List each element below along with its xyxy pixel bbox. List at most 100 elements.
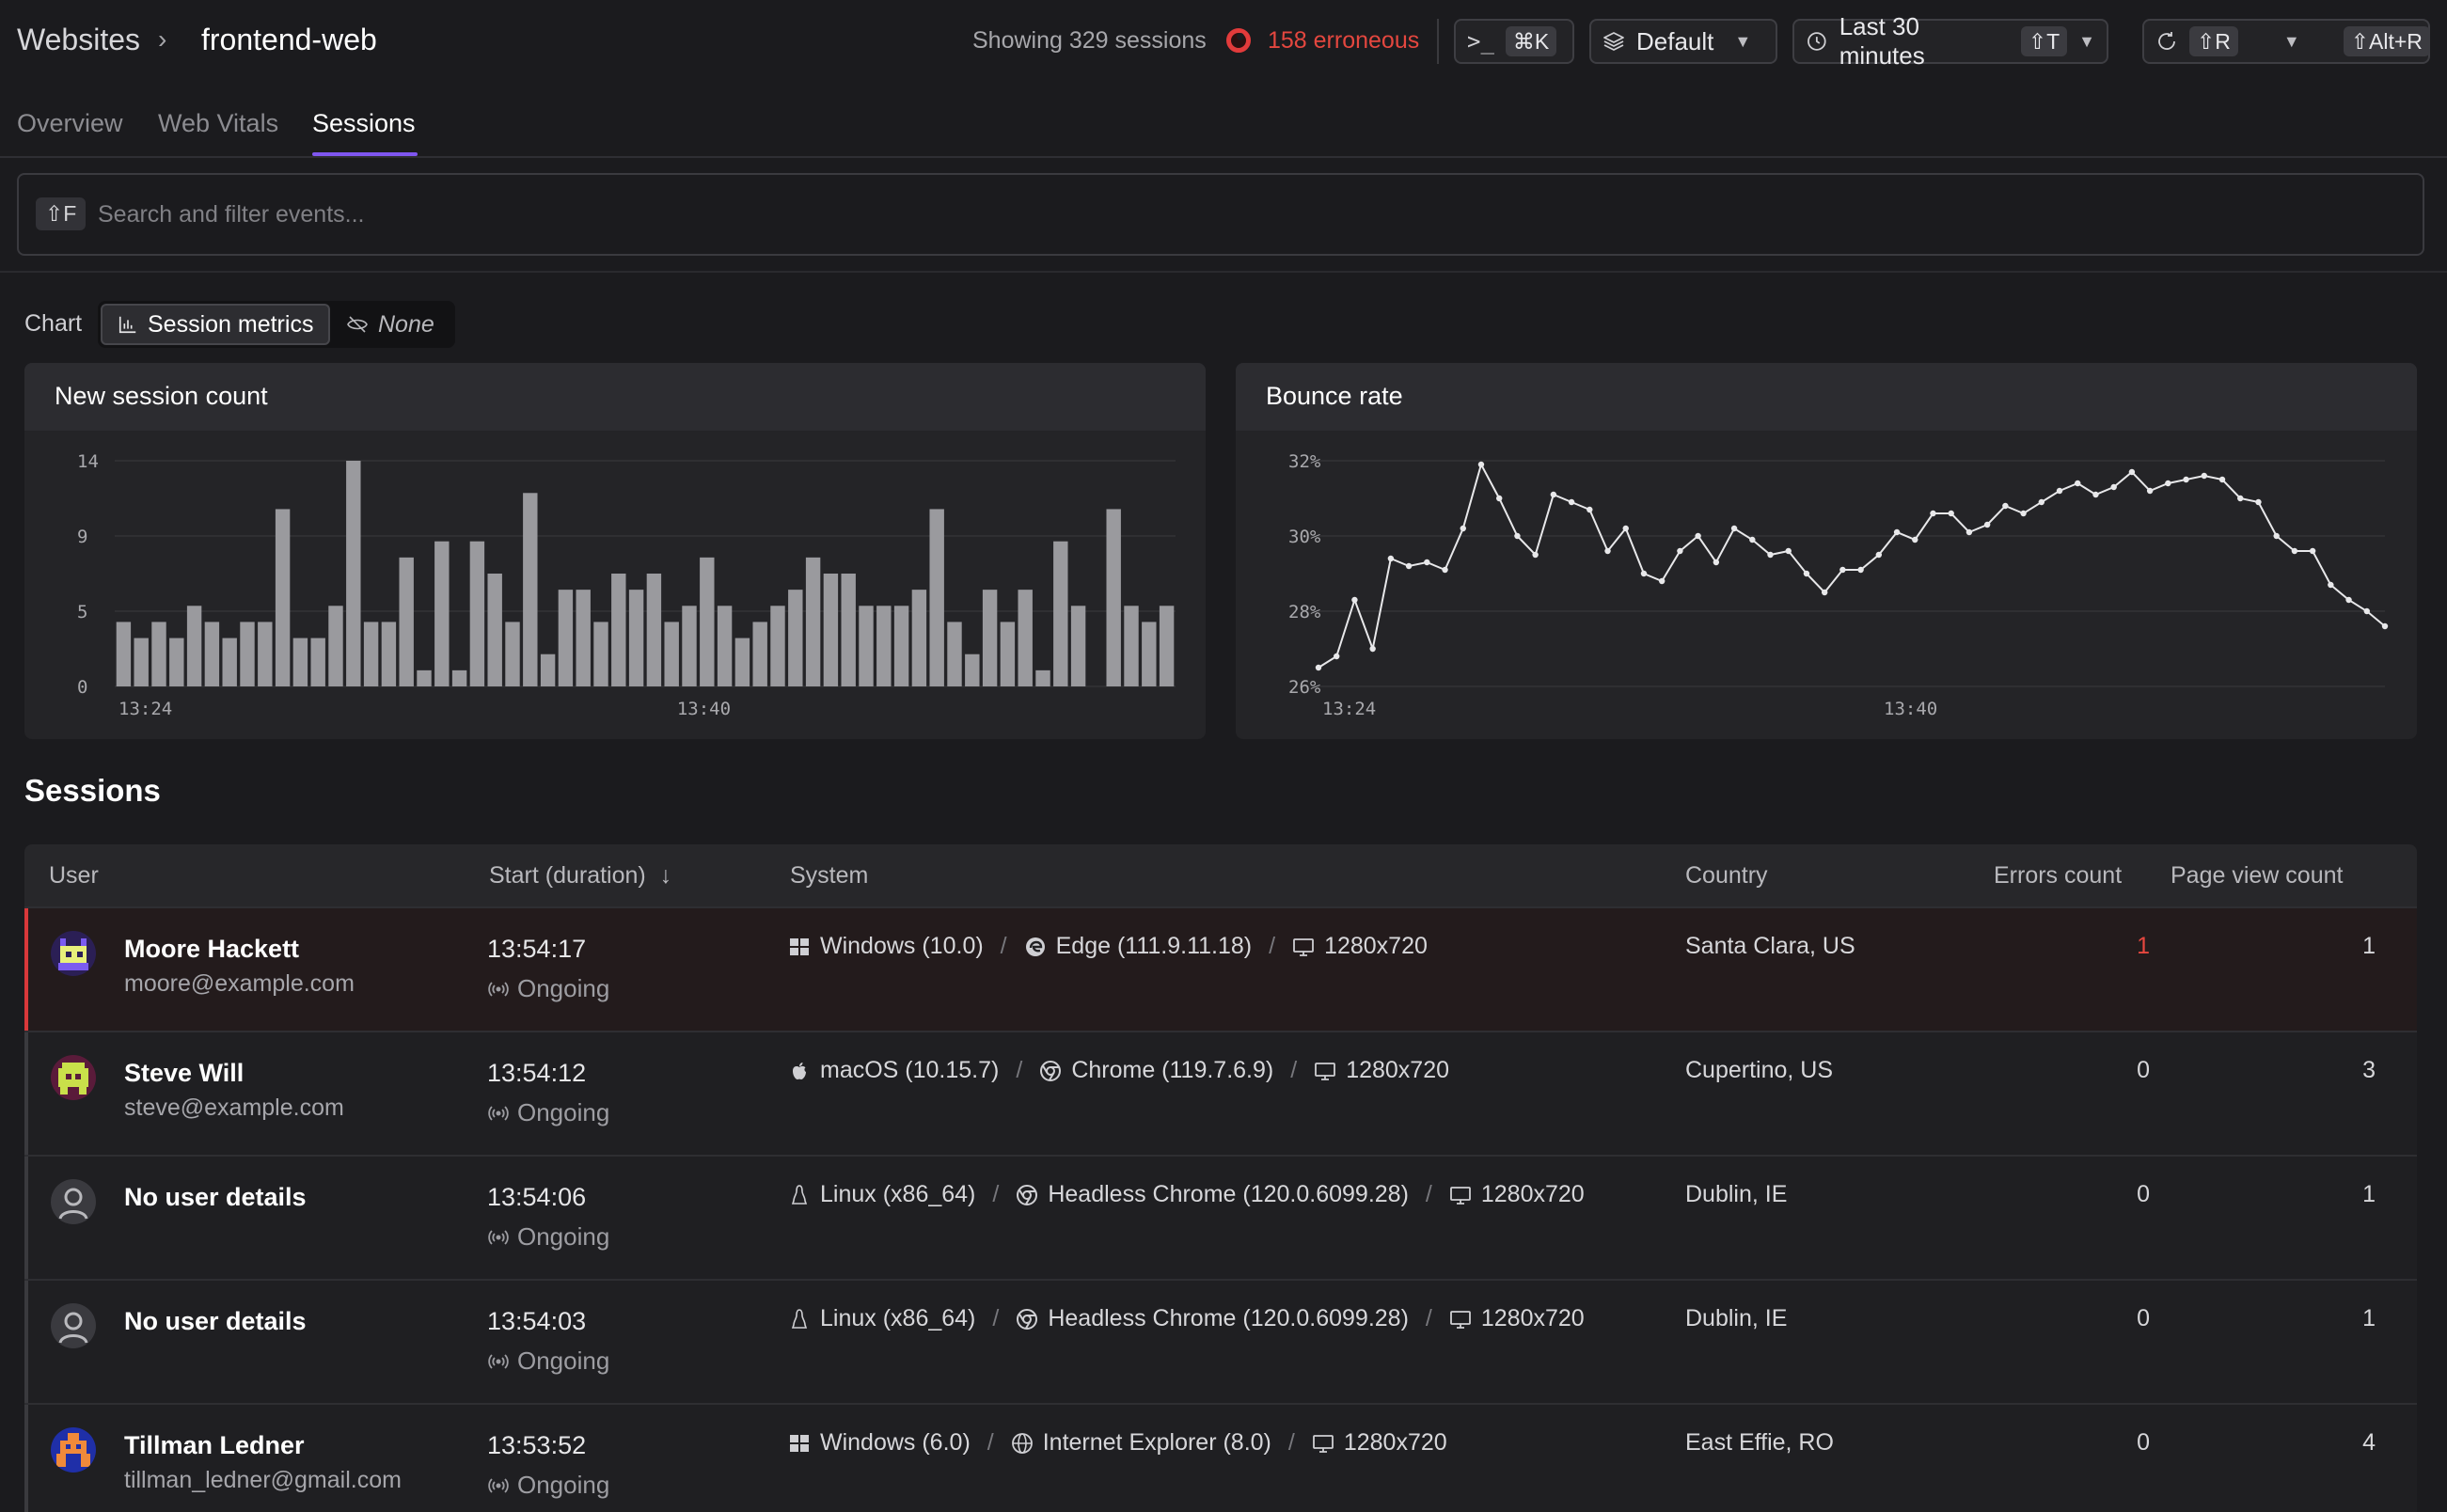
time-range-shortcut: ⇧T: [2020, 26, 2068, 56]
bar: [1142, 622, 1157, 686]
chrome-icon: [1016, 1184, 1038, 1206]
session-start-time: 13:54:12: [487, 1059, 587, 1087]
data-point: [2075, 480, 2081, 487]
user-email: steve@example.com: [124, 1095, 344, 1121]
column-errors[interactable]: Errors count: [1994, 862, 2122, 890]
clock-icon: [1808, 32, 1826, 51]
bar: [628, 590, 644, 686]
x-tick-label: 13:40: [677, 699, 731, 719]
data-point: [2038, 498, 2045, 506]
duration-label: Ongoing: [517, 1098, 610, 1126]
globe-icon: [1011, 1432, 1034, 1455]
bar: [451, 669, 467, 686]
system-separator: /: [992, 1181, 1000, 1207]
monitor-icon: [1312, 1432, 1334, 1455]
ongoing-icon: [487, 1226, 510, 1249]
tab-overview[interactable]: Overview: [17, 109, 123, 138]
data-point: [2309, 547, 2316, 555]
browser-label: Headless Chrome (120.0.6099.28): [1048, 1305, 1409, 1331]
chevron-down-icon: ▼: [2078, 31, 2095, 51]
table-row[interactable]: No user details 13:54:03 Ongoing Linux (x86…: [24, 1279, 2417, 1403]
errors-count: 0: [2137, 1305, 2150, 1331]
column-country[interactable]: Country: [1685, 862, 1768, 890]
bar: [717, 606, 733, 686]
table-row[interactable]: Steve Will steve@example.com 13:54:12 Ongoi…: [24, 1031, 2417, 1155]
session-start-time: 13:53:52: [487, 1431, 587, 1459]
country: East Effie, RO: [1685, 1429, 1834, 1456]
data-point: [2363, 607, 2370, 615]
bar: [328, 606, 343, 686]
page-view-count: 1: [2362, 1181, 2376, 1207]
bar: [1018, 590, 1033, 686]
system-separator: /: [987, 1429, 994, 1456]
bar: [1070, 606, 1086, 686]
none-option[interactable]: None: [331, 304, 450, 345]
command-shortcut: ⌘K: [1505, 26, 1557, 56]
table-row[interactable]: Tillman Ledner tillman_ledner@gmail.com 13…: [24, 1403, 2417, 1512]
user-name: No user details: [124, 1183, 307, 1211]
search-input[interactable]: [96, 190, 2353, 239]
bar: [186, 606, 202, 686]
data-point: [1622, 525, 1629, 532]
x-tick-label: 13:24: [1322, 699, 1376, 719]
time-range-select[interactable]: Last 30 minutes ⇧T ▼: [1792, 12, 2108, 70]
column-user[interactable]: User: [49, 862, 99, 890]
session-metrics-option[interactable]: Session metrics: [101, 304, 331, 345]
bar: [965, 654, 980, 686]
ongoing-icon: [487, 1102, 510, 1125]
os-label: macOS (10.15.7): [820, 1057, 1000, 1083]
data-point: [1839, 566, 1846, 574]
auto-refresh-shortcut[interactable]: ⇧Alt+R: [2343, 26, 2430, 56]
duration-label: Ongoing: [517, 1471, 610, 1499]
os-label: Windows (10.0): [820, 933, 984, 959]
breadcrumb-websites[interactable]: Websites: [17, 23, 140, 57]
data-point: [2201, 472, 2207, 480]
bar: [893, 606, 909, 686]
column-page-views[interactable]: Page view count: [2171, 862, 2343, 890]
eye-off-icon: [347, 316, 368, 333]
breadcrumb-separator: ›: [158, 24, 167, 54]
data-point: [1803, 570, 1810, 577]
avatar: [51, 1303, 96, 1348]
bar: [734, 638, 750, 686]
table-row[interactable]: No user details 13:54:06 Ongoing Linux (x86…: [24, 1155, 2417, 1279]
data-point: [1658, 577, 1666, 585]
country: Dublin, IE: [1685, 1305, 1788, 1331]
data-point: [1730, 525, 1738, 532]
tab-web-vitals[interactable]: Web Vitals: [158, 109, 278, 138]
bar: [417, 669, 432, 686]
chart-title: New session count: [55, 382, 268, 410]
session-start-time: 13:54:03: [487, 1307, 587, 1335]
y-tick-label: 32%: [1288, 451, 1321, 472]
breadcrumb-current: frontend-web: [201, 23, 377, 56]
data-point: [1532, 551, 1539, 559]
series-line: [1318, 462, 2386, 669]
data-point: [1821, 589, 1828, 596]
data-point: [2381, 622, 2389, 630]
session-start-time: 13:54:06: [487, 1183, 587, 1211]
data-point: [1695, 532, 1701, 540]
tab-sessions[interactable]: Sessions: [312, 109, 416, 138]
bar: [805, 557, 821, 686]
data-point: [2183, 476, 2189, 483]
os-label: Linux (x86_64): [820, 1181, 976, 1207]
os-label: Windows (6.0): [820, 1429, 971, 1456]
data-point: [1713, 559, 1720, 566]
column-start[interactable]: Start (duration) ↓: [489, 862, 671, 890]
avatar: [51, 931, 96, 976]
system-separator: /: [1000, 933, 1007, 959]
erroneous-count-text[interactable]: 158 erroneous: [1268, 27, 1419, 55]
time-range-label: Last 30 minutes: [1839, 12, 1925, 70]
table-row[interactable]: Moore Hackett moore@example.com 13:54:17 On…: [24, 906, 2417, 1031]
command-palette-button[interactable]: >_ ⌘K: [1454, 19, 1574, 64]
data-point: [2237, 495, 2244, 502]
screen-resolution: 1280x720: [1343, 1429, 1447, 1456]
bar-chart-icon: [118, 316, 136, 334]
top-header: Websites › frontend-web Showing 329 sess…: [0, 0, 2447, 83]
auto-refresh-dropdown-icon[interactable]: ▼: [2272, 32, 2312, 52]
environment-select[interactable]: Default ▼: [1589, 19, 1777, 64]
column-system[interactable]: System: [790, 862, 868, 890]
bar: [752, 622, 767, 686]
refresh-button[interactable]: ⇧R: [2144, 21, 2250, 62]
country: Dublin, IE: [1685, 1181, 1788, 1207]
